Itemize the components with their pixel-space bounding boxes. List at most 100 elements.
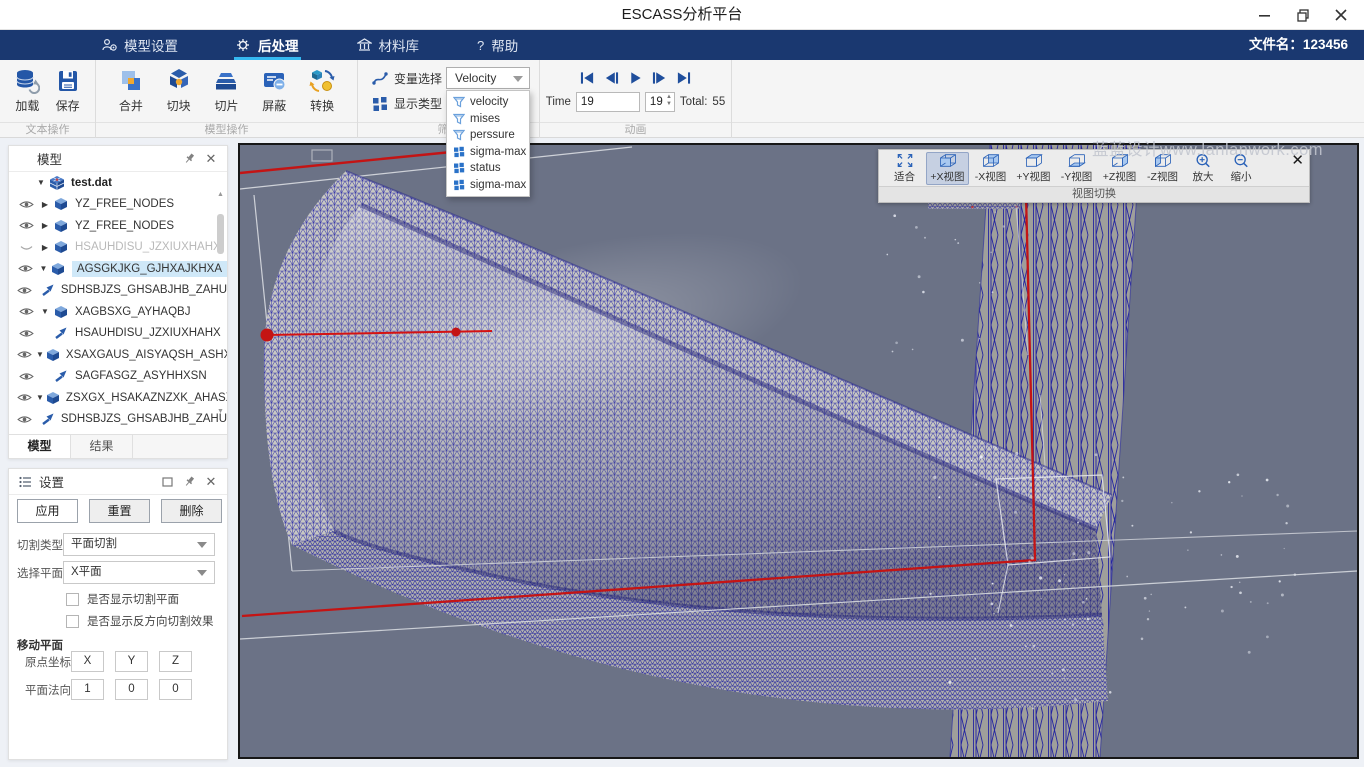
load-button[interactable]: 加载 <box>14 68 40 114</box>
settings-panel: 设置 ✕ 应用 重置 删除 切割类型 平面切割 选择平面 X平面 <box>8 468 228 760</box>
origin-x-input[interactable]: X <box>71 651 104 672</box>
convert-icon <box>309 68 335 94</box>
dropdown-option[interactable]: status <box>447 160 529 177</box>
eye-icon[interactable] <box>17 371 35 382</box>
scroll-up-icon[interactable]: ▲ <box>216 190 225 199</box>
tree-item-selected[interactable]: ▼ AGSGKJKG_GJHXAJKHXA <box>9 258 227 280</box>
person-gear-icon <box>102 38 117 52</box>
expander-icon[interactable]: ▼ <box>38 264 49 273</box>
delete-button[interactable]: 删除 <box>161 499 222 523</box>
scroll-down-icon[interactable]: ▼ <box>216 407 225 416</box>
tree-item[interactable]: SDHSBJZS_GHSABJHB_ZAHU <box>9 280 227 302</box>
fit-view-button[interactable]: 适合 <box>883 152 926 185</box>
expander-icon[interactable]: ▼ <box>36 393 44 402</box>
step-back-button[interactable] <box>604 71 619 85</box>
tree-item[interactable]: SAGFASGZ_ASYHHXSN <box>9 366 227 388</box>
skip-end-button[interactable] <box>676 71 691 85</box>
tree-item[interactable]: ▼ XSAXGAUS_AISYAQSH_ASHX <box>9 344 227 366</box>
expander-icon[interactable]: ▶ <box>39 243 51 252</box>
dropdown-option[interactable]: mises <box>447 111 529 128</box>
eye-icon[interactable] <box>17 285 32 296</box>
eye-icon[interactable] <box>17 306 35 317</box>
tree-item[interactable]: ▶ YZ_FREE_NODES <box>9 194 227 216</box>
watermark: 蓝蓝设计www.lanlanwork.com <box>1092 136 1323 160</box>
step-forward-button[interactable] <box>652 71 667 85</box>
eye-icon[interactable] <box>17 349 32 360</box>
scrollbar-thumb[interactable] <box>217 214 224 254</box>
tree-root-item[interactable]: ▼ test.dat <box>9 172 227 194</box>
tree-item[interactable]: SDHSBJZS_GHSABJHB_ZAHU <box>9 409 227 431</box>
show-cut-plane-checkbox[interactable] <box>66 593 79 606</box>
slice-button[interactable]: 切片 <box>213 68 239 114</box>
3d-viewport[interactable]: 适合 +X视图 -X视图 +Y视图 -Y视图 <box>238 143 1359 759</box>
tree-item[interactable]: ▶ YZ_FREE_NODES <box>9 215 227 237</box>
cut-type-select[interactable]: 平面切割 <box>63 533 215 556</box>
eye-icon[interactable] <box>17 263 34 274</box>
normal-z-input[interactable]: 0 <box>159 679 192 700</box>
cut-block-icon <box>166 68 192 94</box>
reset-button[interactable]: 重置 <box>89 499 150 523</box>
panel-close-icon[interactable]: ✕ <box>203 474 219 490</box>
tab-results[interactable]: 结果 <box>71 435 133 458</box>
tree-item[interactable]: ▼ XAGBSXG_AYHAQBJ <box>9 301 227 323</box>
expander-icon[interactable]: ▶ <box>39 221 51 230</box>
expander-icon[interactable]: ▼ <box>36 350 44 359</box>
checkbox-label: 是否显示反方向切割效果 <box>87 613 214 629</box>
view-button-plus-y[interactable]: +Y视图 <box>1012 152 1055 185</box>
origin-y-input[interactable]: Y <box>115 651 148 672</box>
eye-icon[interactable] <box>17 328 35 339</box>
expander-icon[interactable]: ▶ <box>39 200 51 209</box>
play-button[interactable] <box>628 71 643 85</box>
tree-item[interactable]: ▼ ZSXGX_HSAKAZNZXK_AHASX <box>9 387 227 409</box>
cut-block-button[interactable]: 切块 <box>166 68 192 114</box>
spinner-up-icon[interactable]: ▲ <box>666 94 672 100</box>
origin-z-input[interactable]: Z <box>159 651 192 672</box>
variable-combo[interactable]: Velocity <box>446 67 530 89</box>
merge-button[interactable]: 合并 <box>118 68 144 114</box>
save-button[interactable]: 保存 <box>55 68 81 114</box>
eye-closed-icon[interactable] <box>17 242 35 253</box>
eye-icon[interactable] <box>17 199 35 210</box>
tree-item[interactable]: ▶ HSAUHDISU_JZXIUXHAHX <box>9 237 227 259</box>
display-type-button[interactable]: 显示类型 <box>372 95 442 112</box>
normal-x-input[interactable]: 1 <box>71 679 104 700</box>
dropdown-option[interactable]: velocity <box>447 94 529 111</box>
apply-button[interactable]: 应用 <box>17 499 78 523</box>
dropdown-option[interactable]: sigma-max <box>447 177 529 194</box>
menu-post-processing[interactable]: 后处理 <box>222 30 313 60</box>
view-button-minus-x[interactable]: -X视图 <box>969 152 1012 185</box>
expander-icon[interactable]: ▼ <box>39 307 51 316</box>
eye-icon[interactable] <box>17 220 35 231</box>
panel-close-icon[interactable]: ✕ <box>203 151 219 167</box>
dropdown-option[interactable]: perssure <box>447 127 529 144</box>
pin-icon[interactable] <box>181 151 197 167</box>
skip-start-button[interactable] <box>580 71 595 85</box>
spinner-down-icon[interactable]: ▼ <box>666 101 672 107</box>
tree-scrollbar[interactable]: ▲ ▼ <box>216 202 225 404</box>
eye-icon[interactable] <box>17 414 32 425</box>
menu-help[interactable]: ? 帮助 <box>463 30 532 60</box>
restore-button[interactable] <box>1284 0 1322 30</box>
convert-button[interactable]: 转换 <box>309 68 335 114</box>
eye-icon[interactable] <box>17 392 32 403</box>
pin-icon[interactable] <box>181 474 197 490</box>
float-window-icon[interactable] <box>159 474 175 490</box>
time-input[interactable] <box>576 92 640 112</box>
menu-model-settings[interactable]: 模型设置 <box>88 30 192 60</box>
menu-material-library[interactable]: 材料库 <box>343 30 434 60</box>
variable-select-button[interactable]: 变量选择 <box>372 70 442 87</box>
reverse-cut-checkbox[interactable] <box>66 615 79 628</box>
tab-model[interactable]: 模型 <box>9 435 71 458</box>
minimize-button[interactable] <box>1246 0 1284 30</box>
group-text-ops: 加载 保存 文本操作 <box>0 60 96 138</box>
frame-spinner[interactable]: 19 ▲▼ <box>645 92 675 112</box>
tree-item[interactable]: HSAUHDISU_JZXIUXHAHX <box>9 323 227 345</box>
mask-button[interactable]: 屏蔽 <box>261 68 287 114</box>
gear-icon <box>236 38 251 52</box>
plane-select[interactable]: X平面 <box>63 561 215 584</box>
dropdown-option[interactable]: sigma-max <box>447 144 529 161</box>
close-button[interactable] <box>1322 0 1360 30</box>
expander-icon[interactable]: ▼ <box>35 178 47 187</box>
view-button-plus-x[interactable]: +X视图 <box>926 152 969 185</box>
normal-y-input[interactable]: 0 <box>115 679 148 700</box>
